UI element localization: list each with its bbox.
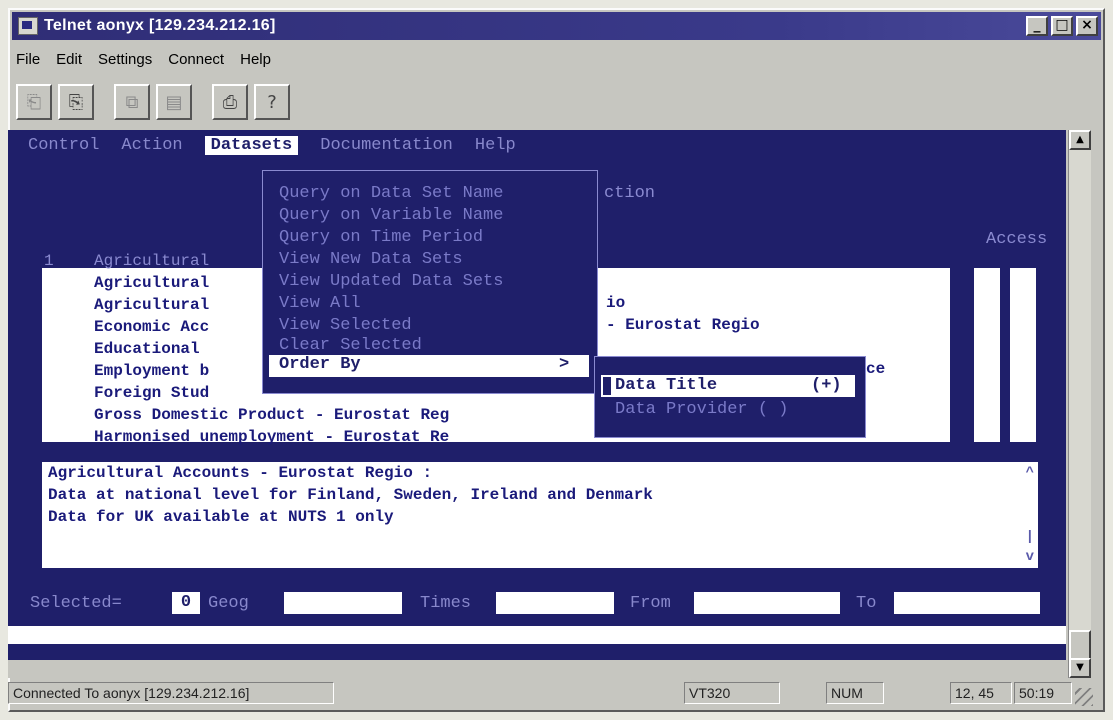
from-label: From <box>630 594 671 613</box>
geog-field[interactable] <box>284 592 402 614</box>
datasets-dropdown-menu: Query on Data Set Name Query on Variable… <box>262 170 598 394</box>
scroll-bar-icon[interactable]: | <box>1026 526 1034 548</box>
status-bar: Connected To aonyx [129.234.212.16] VT32… <box>8 682 1093 706</box>
row-number: 4 <box>44 318 54 336</box>
maximize-button[interactable]: □ <box>1051 16 1073 36</box>
row-number: 1 <box>44 252 54 270</box>
row-fragment: - Eurostat Regio <box>606 316 760 334</box>
toolbar: ⎗ ⎘ ⧉ ▤ ⎙ ? <box>16 80 290 124</box>
status-num: NUM <box>826 682 884 704</box>
menu-item-view-all[interactable]: View All <box>279 293 361 315</box>
cursor-block <box>603 377 611 395</box>
menu-item-order-by[interactable]: Order By > <box>269 355 589 377</box>
row-fragment: io <box>606 294 626 312</box>
from-field[interactable] <box>694 592 840 614</box>
status-emulation: VT320 <box>684 682 780 704</box>
menu-bar: File Edit Settings Connect Help <box>16 46 287 72</box>
column-header-fragment: ction <box>604 184 656 203</box>
row-number: 6 <box>44 362 54 380</box>
status-cursor: 12, 45 <box>950 682 1012 704</box>
menu-item-query-dataset-name[interactable]: Query on Data Set Name <box>279 183 503 205</box>
row-number: 2 <box>44 274 54 292</box>
order-by-submenu: Data Title (+) Data Provider ( ) <box>594 356 866 438</box>
times-label: Times <box>420 594 472 613</box>
help-question-icon[interactable]: ? <box>254 84 290 120</box>
terminal-menu: Control Action Datasets Documentation He… <box>28 136 516 155</box>
print-icon[interactable]: ⎙ <box>212 84 248 120</box>
list-item[interactable]: Gross Domestic Product - Eurostat Reg <box>94 404 449 426</box>
row-number: 9 <box>44 428 54 446</box>
disconnect-icon[interactable]: ⎘ <box>58 84 94 120</box>
row-number: 7 <box>44 384 54 402</box>
menu-settings[interactable]: Settings <box>98 51 152 68</box>
tmenu-action[interactable]: Action <box>121 136 182 155</box>
row-number: 8 <box>44 406 54 424</box>
menu-item-clear-selected[interactable]: Clear Selected <box>279 335 422 357</box>
times-field[interactable] <box>496 592 614 614</box>
menu-item-query-variable-name[interactable]: Query on Variable Name <box>279 205 503 227</box>
window-title: Telnet aonyx [129.234.212.16] <box>44 17 276 34</box>
connect-icon[interactable]: ⎗ <box>16 84 52 120</box>
selection-fields: Selected= 0 Geog Times From To <box>8 590 1066 618</box>
menu-edit[interactable]: Edit <box>56 51 82 68</box>
submenu-item-data-provider[interactable]: Data Provider ( ) <box>615 399 788 421</box>
submenu-arrow-icon: > <box>559 355 570 374</box>
menu-file[interactable]: File <box>16 51 40 68</box>
menu-item-view-new[interactable]: View New Data Sets <box>279 249 463 271</box>
resize-grip-icon[interactable] <box>1075 688 1093 706</box>
to-label: To <box>856 594 877 613</box>
data-title-label: Data Title <box>615 376 718 395</box>
scroll-down-button[interactable]: ▼ <box>1069 658 1091 678</box>
menu-help[interactable]: Help <box>240 51 271 68</box>
tmenu-help[interactable]: Help <box>475 136 516 155</box>
order-by-label: Order By <box>279 355 361 374</box>
command-line[interactable] <box>8 626 1066 644</box>
app-icon[interactable] <box>18 17 38 35</box>
column-header-access: Access <box>986 230 1048 249</box>
close-button[interactable]: × <box>1076 16 1098 36</box>
list-side-column-2 <box>1010 268 1036 442</box>
to-field[interactable] <box>894 592 1040 614</box>
list-side-column-1 <box>974 268 1000 442</box>
selected-label: Selected= <box>30 594 122 613</box>
tmenu-documentation[interactable]: Documentation <box>320 136 453 155</box>
data-title-mark: (+) <box>811 376 842 395</box>
scroll-down-icon[interactable]: v <box>1026 546 1034 568</box>
description-panel: Agricultural Accounts - Eurostat Regio :… <box>42 462 1038 568</box>
list-item[interactable]: Harmonised unemployment - Eurostat Re <box>94 426 449 448</box>
title-bar[interactable]: Telnet aonyx [129.234.212.16] _ □ × <box>12 12 1101 40</box>
selected-count: 0 <box>172 592 200 614</box>
copy-icon[interactable]: ⧉ <box>114 84 150 120</box>
row-numbers: 1 2 3 4 5 6 7 8 9 <box>44 250 62 448</box>
description-line: Data at national level for Finland, Swed… <box>48 486 653 504</box>
scroll-up-icon[interactable]: ^ <box>1026 462 1034 484</box>
tmenu-control[interactable]: Control <box>28 136 99 155</box>
menu-connect[interactable]: Connect <box>168 51 224 68</box>
terminal-screen[interactable]: Control Action Datasets Documentation He… <box>8 130 1066 660</box>
submenu-item-data-title[interactable]: Data Title (+) <box>601 375 855 397</box>
vertical-scrollbar[interactable]: ▲ ▼ <box>1068 130 1091 678</box>
menu-item-view-selected[interactable]: View Selected <box>279 315 412 337</box>
row-fragment: ce <box>866 360 886 378</box>
row-number: 5 <box>44 340 54 358</box>
description-line: Data for UK available at NUTS 1 only <box>48 508 394 526</box>
menu-item-query-time-period[interactable]: Query on Time Period <box>279 227 483 249</box>
scroll-up-button[interactable]: ▲ <box>1069 130 1091 150</box>
menu-item-view-updated[interactable]: View Updated Data Sets <box>279 271 503 293</box>
horizontal-strip <box>8 660 1066 678</box>
row-number: 3 <box>44 296 54 314</box>
geog-label: Geog <box>208 594 249 613</box>
tmenu-datasets[interactable]: Datasets <box>204 136 299 155</box>
paste-icon[interactable]: ▤ <box>156 84 192 120</box>
status-dims: 50:19 <box>1014 682 1072 704</box>
status-connection: Connected To aonyx [129.234.212.16] <box>8 682 334 704</box>
minimize-button[interactable]: _ <box>1026 16 1048 36</box>
description-line: Agricultural Accounts - Eurostat Regio : <box>48 464 433 482</box>
